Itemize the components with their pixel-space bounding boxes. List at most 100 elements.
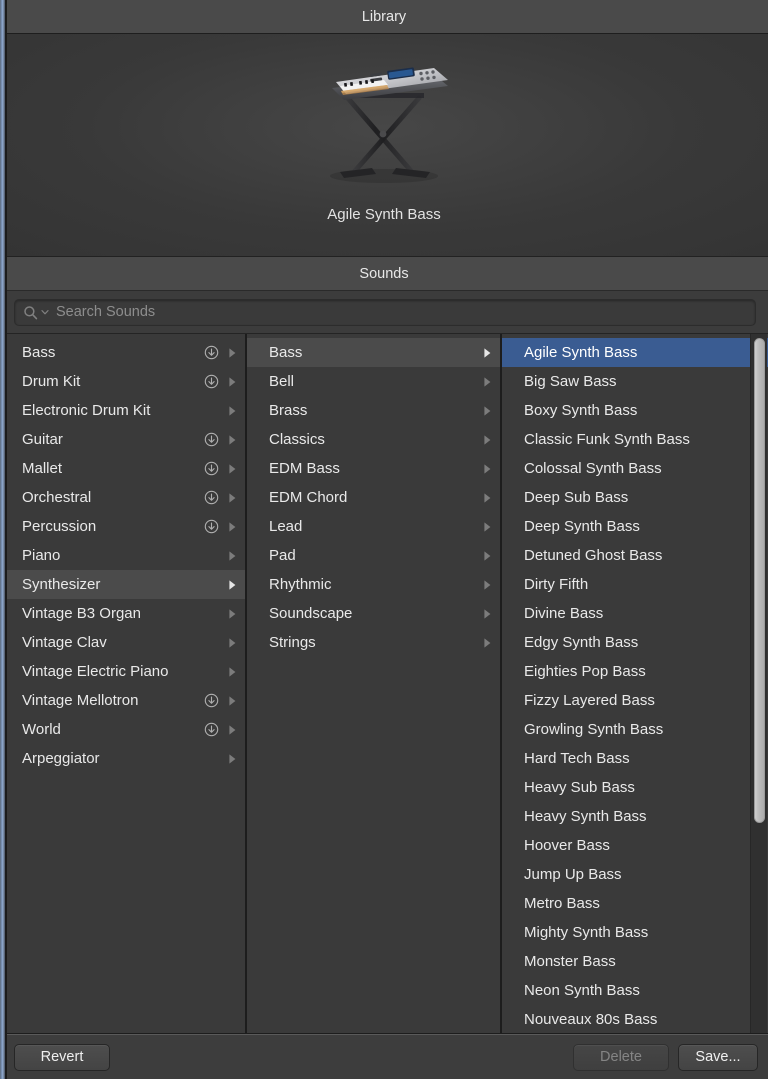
list-item[interactable]: Mighty Synth Bass bbox=[502, 918, 768, 947]
chevron-right-icon bbox=[481, 463, 494, 475]
list-item[interactable]: Eighties Pop Bass bbox=[502, 657, 768, 686]
column-instrument-categories[interactable]: BassDrum KitElectronic Drum KitGuitarMal… bbox=[0, 334, 245, 1033]
list-item-selected[interactable]: Bass bbox=[247, 338, 500, 367]
list-item-label: Growling Synth Bass bbox=[524, 721, 762, 738]
list-item[interactable]: Hoover Bass bbox=[502, 831, 768, 860]
chevron-right-icon bbox=[226, 492, 239, 504]
column-synthesizer-subcategories[interactable]: BassBellBrassClassicsEDM BassEDM ChordLe… bbox=[247, 334, 500, 1033]
list-item[interactable]: Soundscape bbox=[247, 599, 500, 628]
list-item-label: Deep Synth Bass bbox=[524, 518, 762, 535]
list-item[interactable]: Deep Synth Bass bbox=[502, 512, 768, 541]
list-item[interactable]: Big Saw Bass bbox=[502, 367, 768, 396]
search-input[interactable]: Search Sounds bbox=[14, 299, 756, 326]
chevron-right-icon bbox=[481, 492, 494, 504]
window-left-edge-shadow bbox=[5, 0, 7, 1079]
list-item[interactable]: Piano bbox=[0, 541, 245, 570]
list-item[interactable]: Percussion bbox=[0, 512, 245, 541]
list-item[interactable]: Vintage B3 Organ bbox=[0, 599, 245, 628]
patch-list-scrollbar[interactable] bbox=[750, 334, 767, 1033]
download-icon[interactable] bbox=[204, 461, 219, 476]
list-item-label: Vintage Mellotron bbox=[22, 692, 204, 709]
list-item[interactable]: Dirty Fifth bbox=[502, 570, 768, 599]
list-item[interactable]: Jump Up Bass bbox=[502, 860, 768, 889]
chevron-right-icon bbox=[226, 695, 239, 707]
list-item-label: Deep Sub Bass bbox=[524, 489, 762, 506]
list-item[interactable]: Lead bbox=[247, 512, 500, 541]
chevron-right-icon bbox=[226, 666, 239, 678]
list-item[interactable]: Monster Bass bbox=[502, 947, 768, 976]
search-bar: Search Sounds bbox=[0, 291, 768, 334]
list-item-label: Colossal Synth Bass bbox=[524, 460, 762, 477]
scrollbar-thumb[interactable] bbox=[754, 338, 765, 823]
list-item[interactable]: Boxy Synth Bass bbox=[502, 396, 768, 425]
list-item-label: Edgy Synth Bass bbox=[524, 634, 762, 651]
download-icon[interactable] bbox=[204, 519, 219, 534]
chevron-right-icon bbox=[481, 550, 494, 562]
list-item[interactable]: Metro Bass bbox=[502, 889, 768, 918]
list-item[interactable]: EDM Bass bbox=[247, 454, 500, 483]
list-item-label: Big Saw Bass bbox=[524, 373, 762, 390]
list-item[interactable]: Vintage Mellotron bbox=[0, 686, 245, 715]
download-icon[interactable] bbox=[204, 374, 219, 389]
chevron-right-icon bbox=[226, 405, 239, 417]
list-item[interactable]: Guitar bbox=[0, 425, 245, 454]
list-item[interactable]: Heavy Synth Bass bbox=[502, 802, 768, 831]
list-item[interactable]: Colossal Synth Bass bbox=[502, 454, 768, 483]
list-item[interactable]: Drum Kit bbox=[0, 367, 245, 396]
list-item[interactable]: Pad bbox=[247, 541, 500, 570]
chevron-right-icon bbox=[481, 376, 494, 388]
download-icon[interactable] bbox=[204, 722, 219, 737]
list-item[interactable]: Classics bbox=[247, 425, 500, 454]
list-item-label: Monster Bass bbox=[524, 953, 762, 970]
list-item-label: Strings bbox=[269, 634, 481, 651]
chevron-right-icon bbox=[481, 521, 494, 533]
list-item[interactable]: Fizzy Layered Bass bbox=[502, 686, 768, 715]
list-item-selected[interactable]: Agile Synth Bass bbox=[502, 338, 768, 367]
list-item-selected[interactable]: Synthesizer bbox=[0, 570, 245, 599]
list-item-label: Pad bbox=[269, 547, 481, 564]
list-item[interactable]: Vintage Electric Piano bbox=[0, 657, 245, 686]
list-item-label: Fizzy Layered Bass bbox=[524, 692, 762, 709]
list-item[interactable]: Nouveaux 80s Bass bbox=[502, 1005, 768, 1033]
list-item[interactable]: Bass bbox=[0, 338, 245, 367]
list-item[interactable]: Mallet bbox=[0, 454, 245, 483]
list-item[interactable]: Deep Sub Bass bbox=[502, 483, 768, 512]
chevron-right-icon bbox=[226, 550, 239, 562]
list-item-label: Percussion bbox=[22, 518, 204, 535]
list-item[interactable]: Rhythmic bbox=[247, 570, 500, 599]
search-icon[interactable] bbox=[23, 305, 38, 320]
list-item-label: Hoover Bass bbox=[524, 837, 762, 854]
download-icon[interactable] bbox=[204, 345, 219, 360]
list-item[interactable]: Edgy Synth Bass bbox=[502, 628, 768, 657]
save-button[interactable]: Save... bbox=[678, 1044, 758, 1071]
list-item[interactable]: Electronic Drum Kit bbox=[0, 396, 245, 425]
list-item-label: Vintage Electric Piano bbox=[22, 663, 226, 680]
list-item[interactable]: Detuned Ghost Bass bbox=[502, 541, 768, 570]
list-item[interactable]: Bell bbox=[247, 367, 500, 396]
list-item[interactable]: Classic Funk Synth Bass bbox=[502, 425, 768, 454]
chevron-down-icon[interactable] bbox=[41, 308, 49, 316]
list-item[interactable]: Strings bbox=[247, 628, 500, 657]
delete-button[interactable]: Delete bbox=[573, 1044, 669, 1071]
chevron-right-icon bbox=[481, 347, 494, 359]
list-item[interactable]: Hard Tech Bass bbox=[502, 744, 768, 773]
download-icon[interactable] bbox=[204, 490, 219, 505]
list-item[interactable]: EDM Chord bbox=[247, 483, 500, 512]
list-item[interactable]: Heavy Sub Bass bbox=[502, 773, 768, 802]
list-item[interactable]: Orchestral bbox=[0, 483, 245, 512]
list-item[interactable]: Vintage Clav bbox=[0, 628, 245, 657]
list-item[interactable]: Arpeggiator bbox=[0, 744, 245, 773]
column-patch-list[interactable]: Agile Synth Bass Big Saw Bass Boxy Synth B… bbox=[502, 334, 768, 1033]
list-item[interactable]: Brass bbox=[247, 396, 500, 425]
list-item[interactable]: Divine Bass bbox=[502, 599, 768, 628]
download-icon[interactable] bbox=[204, 432, 219, 447]
list-item-label: Jump Up Bass bbox=[524, 866, 762, 883]
list-item[interactable]: Neon Synth Bass bbox=[502, 976, 768, 1005]
list-item[interactable]: Growling Synth Bass bbox=[502, 715, 768, 744]
list-item-label: Arpeggiator bbox=[22, 750, 226, 767]
list-item[interactable]: World bbox=[0, 715, 245, 744]
list-item-label: Mighty Synth Bass bbox=[524, 924, 762, 941]
list-item-label: Soundscape bbox=[269, 605, 481, 622]
revert-button[interactable]: Revert bbox=[14, 1044, 110, 1071]
download-icon[interactable] bbox=[204, 693, 219, 708]
